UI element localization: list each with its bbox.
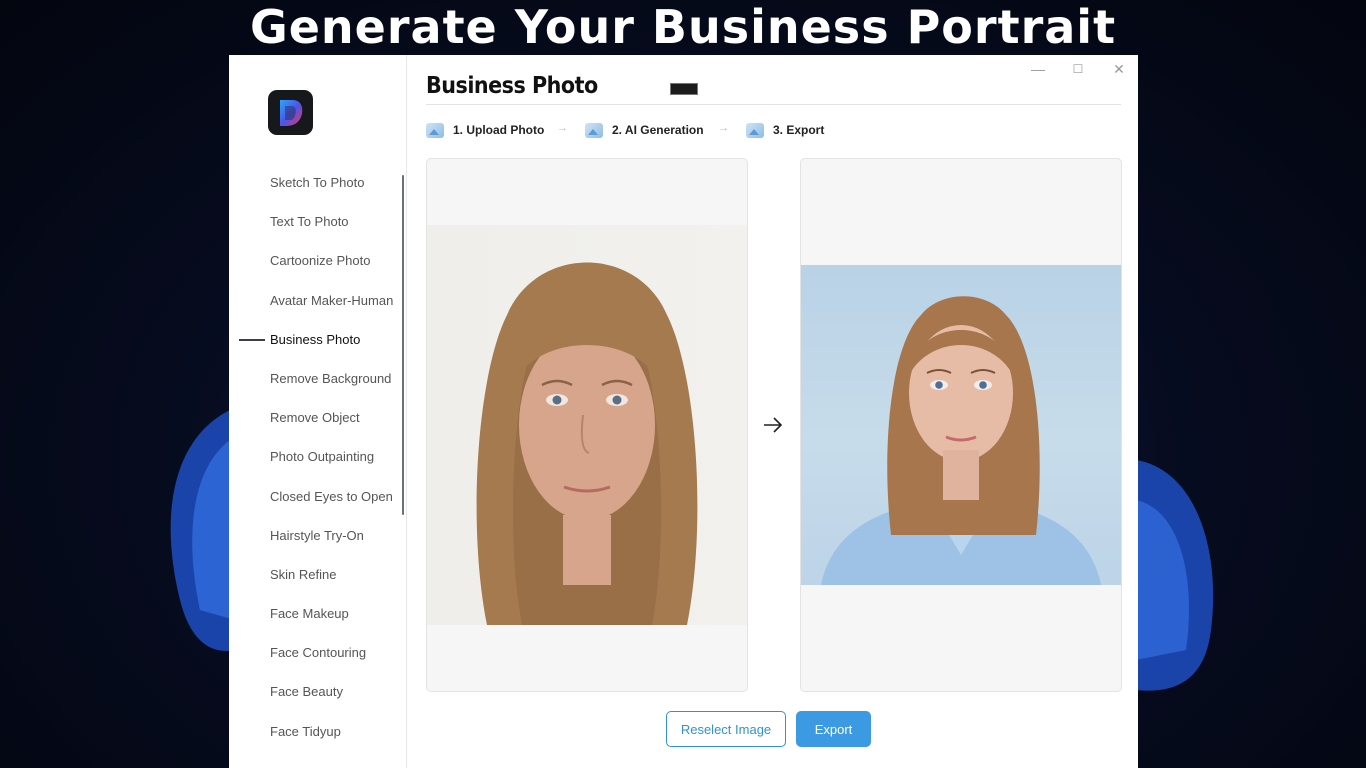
background-decoration-left	[170, 410, 235, 651]
reselect-image-button[interactable]: Reselect Image	[666, 711, 786, 747]
step-ai-generation: 2. AI Generation	[585, 119, 704, 141]
sidebar-nav: Sketch To Photo Text To Photo Cartoonize…	[229, 163, 406, 751]
sidebar-item-remove-object[interactable]: Remove Object	[229, 398, 406, 437]
step-label: 1. Upload Photo	[453, 123, 545, 137]
title-badge	[670, 83, 698, 95]
sidebar-item-face-tidyup[interactable]: Face Tidyup	[229, 712, 406, 751]
title-divider	[426, 104, 1121, 105]
sidebar-item-skin-refine[interactable]: Skin Refine	[229, 555, 406, 594]
sidebar-item-avatar-maker-human[interactable]: Avatar Maker-Human	[229, 281, 406, 320]
export-button[interactable]: Export	[796, 711, 871, 747]
step-upload-photo: 1. Upload Photo	[426, 119, 544, 141]
step-label: 3. Export	[773, 123, 825, 137]
sidebar-item-photo-outpainting[interactable]: Photo Outpainting	[229, 437, 406, 476]
maximize-button[interactable]: ☐	[1063, 60, 1093, 78]
step-label: 2. AI Generation	[612, 123, 704, 137]
sidebar-item-text-to-photo[interactable]: Text To Photo	[229, 202, 406, 241]
app-window: Sketch To Photo Text To Photo Cartoonize…	[229, 55, 1138, 768]
background-decoration-right	[1136, 460, 1214, 691]
step-arrow-icon: →	[557, 122, 568, 134]
input-photo-panel[interactable]	[426, 158, 748, 692]
step-export: 3. Export	[746, 119, 824, 141]
image-icon	[746, 122, 764, 138]
minimize-button[interactable]: —	[1023, 60, 1053, 78]
step-arrow-icon: →	[718, 122, 729, 134]
app-logo-icon	[268, 90, 313, 135]
sidebar-item-business-photo[interactable]: Business Photo	[229, 320, 406, 359]
promo-banner-title: Generate Your Business Portrait	[249, 0, 1117, 54]
sidebar-item-remove-background[interactable]: Remove Background	[229, 359, 406, 398]
main-content: Business Photo — ☐ ✕ 1. Upload Photo → 2…	[407, 55, 1138, 768]
close-button[interactable]: ✕	[1104, 60, 1134, 78]
generated-business-portrait-image	[801, 265, 1121, 585]
sidebar-item-closed-eyes-to-open[interactable]: Closed Eyes to Open	[229, 477, 406, 516]
page-title: Business Photo	[426, 73, 598, 99]
uploaded-photo-image	[427, 225, 747, 625]
sidebar-item-cartoonize-photo[interactable]: Cartoonize Photo	[229, 241, 406, 280]
image-icon	[426, 122, 444, 138]
sidebar-item-face-beauty[interactable]: Face Beauty	[229, 672, 406, 711]
sidebar: Sketch To Photo Text To Photo Cartoonize…	[229, 55, 407, 768]
sidebar-item-face-makeup[interactable]: Face Makeup	[229, 594, 406, 633]
sidebar-item-face-contouring[interactable]: Face Contouring	[229, 633, 406, 672]
sidebar-scrollbar[interactable]	[402, 175, 404, 515]
arrow-right-icon	[764, 417, 783, 433]
sidebar-item-hairstyle-try-on[interactable]: Hairstyle Try-On	[229, 516, 406, 555]
sidebar-item-sketch-to-photo[interactable]: Sketch To Photo	[229, 163, 406, 202]
output-photo-panel[interactable]	[800, 158, 1122, 692]
image-icon	[585, 122, 603, 138]
